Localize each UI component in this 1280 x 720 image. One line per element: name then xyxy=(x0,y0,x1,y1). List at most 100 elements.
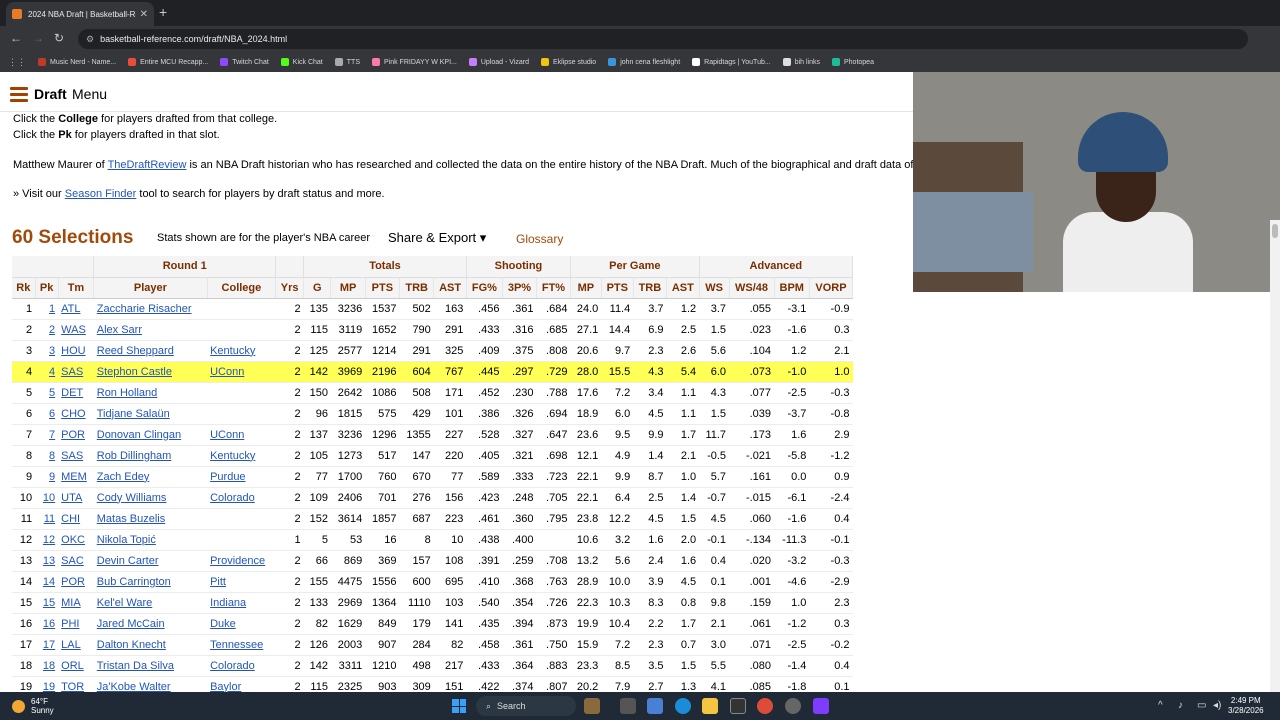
college-link[interactable]: Duke xyxy=(210,618,236,630)
table-cell[interactable]: 15 xyxy=(35,592,59,614)
column-header[interactable]: Rk xyxy=(12,277,36,299)
team-link[interactable]: MIA xyxy=(61,597,81,609)
team-link[interactable]: SAS xyxy=(61,366,83,378)
store-icon[interactable] xyxy=(730,698,746,714)
player-link[interactable]: Reed Sheppard xyxy=(97,345,174,357)
table-cell[interactable]: 2 xyxy=(35,319,59,341)
pick-link[interactable]: 12 xyxy=(43,534,55,546)
player-link[interactable]: Bub Carrington xyxy=(97,576,171,588)
column-header[interactable]: FT% xyxy=(536,277,571,299)
table-cell[interactable]: Reed Sheppard xyxy=(93,340,208,362)
player-link[interactable]: Nikola Topić xyxy=(97,534,156,546)
table-cell[interactable]: 10 xyxy=(35,487,59,509)
pick-link[interactable]: 10 xyxy=(43,492,55,504)
task-view-icon[interactable] xyxy=(620,698,636,714)
bookmark-item[interactable]: bih links xyxy=(782,58,820,66)
pick-link[interactable]: 15 xyxy=(43,597,55,609)
network-icon[interactable]: ▭ xyxy=(1197,700,1206,711)
college-link[interactable]: UConn xyxy=(210,429,244,441)
clock[interactable]: 2:49 PM 3/28/2026 xyxy=(1228,696,1264,716)
table-cell[interactable] xyxy=(207,382,276,404)
table-cell[interactable]: Kentucky xyxy=(207,445,276,467)
table-cell[interactable]: SAS xyxy=(58,361,94,383)
table-cell[interactable]: 14 xyxy=(35,571,59,593)
table-cell[interactable] xyxy=(207,298,276,320)
table-cell[interactable]: UTA xyxy=(58,487,94,509)
bookmark-item[interactable]: Rapidtags | YouTub... xyxy=(692,58,771,66)
table-cell[interactable]: 6 xyxy=(35,403,59,425)
edge-icon[interactable] xyxy=(675,698,691,714)
table-cell[interactable]: 17 xyxy=(35,634,59,656)
bookmark-item[interactable]: Pink FRIDAYY W KPI... xyxy=(372,58,457,66)
table-cell[interactable]: Ja'Kobe Walter xyxy=(93,676,208,692)
explorer-image-icon[interactable] xyxy=(584,698,600,714)
column-header[interactable]: FG% xyxy=(466,277,503,299)
site-info-icon[interactable]: ⚙ xyxy=(86,34,94,45)
team-link[interactable]: POR xyxy=(61,576,85,588)
column-header[interactable]: MP xyxy=(570,277,602,299)
player-link[interactable]: Ron Holland xyxy=(97,387,158,399)
college-link[interactable]: Kentucky xyxy=(210,345,255,357)
team-link[interactable]: UTA xyxy=(61,492,82,504)
pick-link[interactable]: 13 xyxy=(43,555,55,567)
column-header[interactable]: TRB xyxy=(399,277,435,299)
team-link[interactable]: DET xyxy=(61,387,83,399)
bookmark-item[interactable]: Photopea xyxy=(832,58,874,66)
table-cell[interactable]: Colorado xyxy=(207,487,276,509)
player-link[interactable]: Alex Sarr xyxy=(97,324,142,336)
table-cell[interactable]: DET xyxy=(58,382,94,404)
bookmark-item[interactable]: Upload - Vizard xyxy=(468,58,529,66)
table-cell[interactable]: UConn xyxy=(207,361,276,383)
player-link[interactable]: Dalton Knecht xyxy=(97,639,166,651)
pick-link[interactable]: 9 xyxy=(49,471,55,483)
table-cell[interactable]: Baylor xyxy=(207,676,276,692)
team-link[interactable]: POR xyxy=(61,429,85,441)
player-link[interactable]: Matas Buzelis xyxy=(97,513,165,525)
pick-link[interactable]: 18 xyxy=(43,660,55,672)
windows-start-icon[interactable] xyxy=(452,699,466,713)
glossary-link[interactable]: Glossary xyxy=(516,232,563,246)
column-header[interactable]: TRB xyxy=(633,277,668,299)
table-cell[interactable] xyxy=(207,508,276,530)
table-cell[interactable]: Kentucky xyxy=(207,340,276,362)
column-header[interactable]: VORP xyxy=(809,277,854,299)
column-header[interactable]: AST xyxy=(433,277,467,299)
table-cell[interactable]: Tristan Da Silva xyxy=(93,655,208,677)
taskbar-search[interactable]: ⌕ Search xyxy=(476,696,576,716)
settings-gear-icon[interactable] xyxy=(785,698,801,714)
column-header[interactable]: WS xyxy=(699,277,730,299)
table-cell[interactable] xyxy=(207,529,276,551)
table-cell[interactable]: HOU xyxy=(58,340,94,362)
column-header[interactable]: Yrs xyxy=(275,277,305,299)
pick-link[interactable]: 16 xyxy=(43,618,55,630)
new-tab-button[interactable]: + xyxy=(159,4,167,20)
discord-icon[interactable] xyxy=(813,698,829,714)
table-cell[interactable]: 9 xyxy=(35,466,59,488)
microphone-icon[interactable]: ♪ xyxy=(1178,700,1183,711)
pick-link[interactable]: 3 xyxy=(49,345,55,357)
table-cell[interactable] xyxy=(207,403,276,425)
table-cell[interactable]: 8 xyxy=(35,445,59,467)
player-link[interactable]: Zaccharie Risacher xyxy=(97,303,192,315)
table-cell[interactable]: Colorado xyxy=(207,655,276,677)
table-cell[interactable]: MIA xyxy=(58,592,94,614)
team-link[interactable]: OKC xyxy=(61,534,85,546)
menu-label[interactable]: Menu xyxy=(72,86,107,102)
bookmark-item[interactable]: Kick Chat xyxy=(280,58,323,66)
table-cell[interactable]: Bub Carrington xyxy=(93,571,208,593)
player-link[interactable]: Zach Edey xyxy=(97,471,150,483)
pick-link[interactable]: 2 xyxy=(49,324,55,336)
table-cell[interactable]: Nikola Topić xyxy=(93,529,208,551)
player-link[interactable]: Rob Dillingham xyxy=(97,450,172,462)
bookmark-item[interactable]: Music Nerd - Name... xyxy=(38,58,116,66)
table-cell[interactable]: Indiana xyxy=(207,592,276,614)
column-header[interactable]: Pk xyxy=(35,277,59,299)
table-cell[interactable]: Zach Edey xyxy=(93,466,208,488)
team-link[interactable]: WAS xyxy=(61,324,86,336)
pick-link[interactable]: 1 xyxy=(49,303,55,315)
pick-link[interactable]: 5 xyxy=(49,387,55,399)
table-cell[interactable]: MEM xyxy=(58,466,94,488)
table-cell[interactable]: Cody Williams xyxy=(93,487,208,509)
tray-chevron-icon[interactable]: ^ xyxy=(1158,700,1163,711)
bookmark-item[interactable]: Twitch Chat xyxy=(220,58,269,66)
